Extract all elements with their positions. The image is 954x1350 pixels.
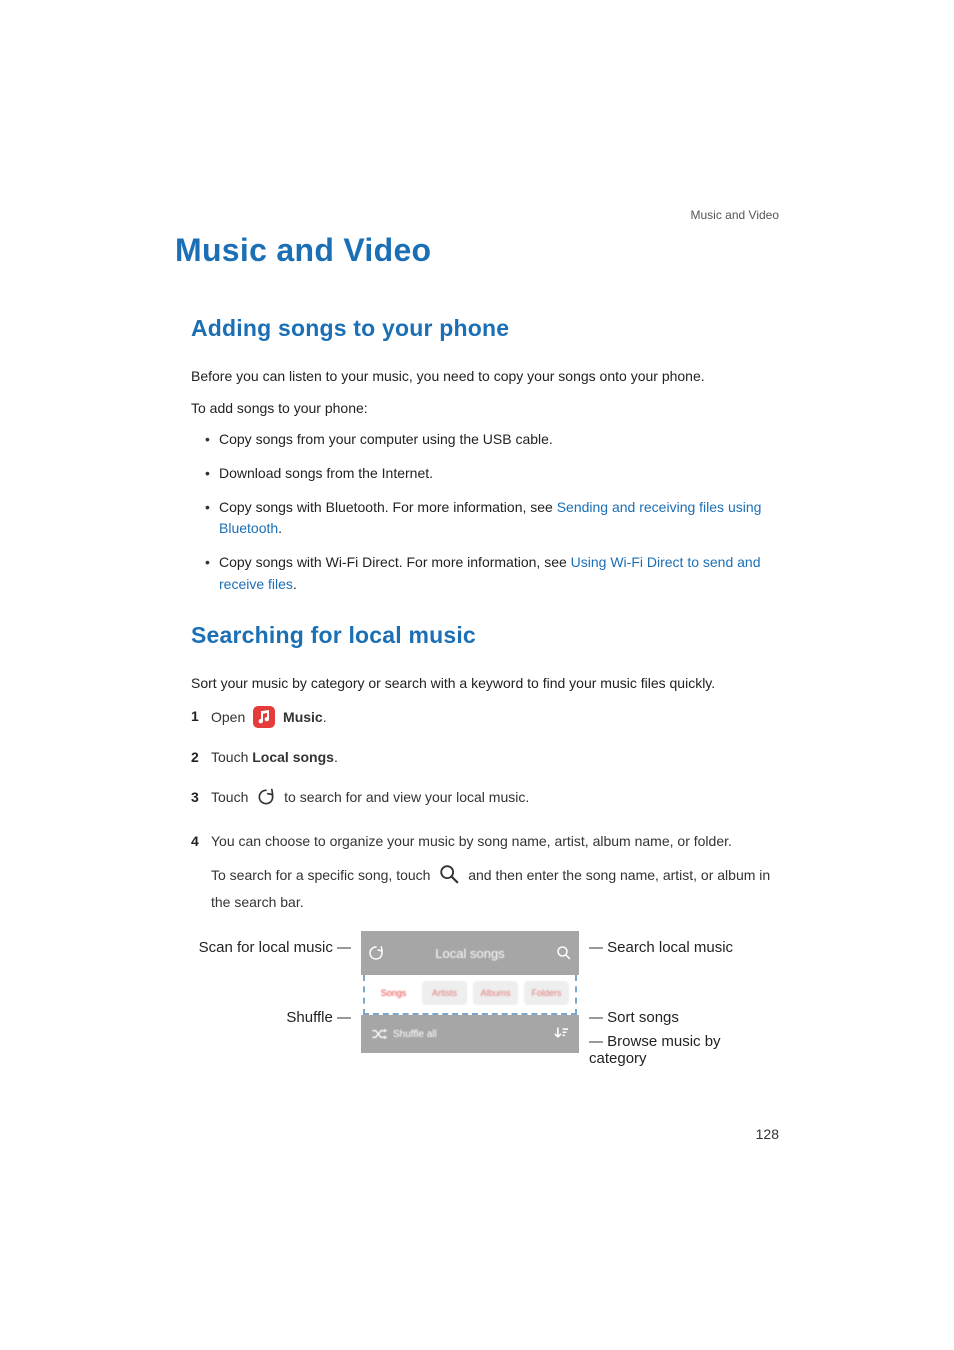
bullet-wifi-pre: Copy songs with Wi-Fi Direct. For more i… — [219, 554, 571, 570]
steps-search: Open Music. Touch Local songs. Touch to … — [191, 706, 773, 913]
music-app-label: Music — [283, 709, 323, 725]
sort-icon[interactable] — [553, 1026, 569, 1043]
bullet-wifi-direct: Copy songs with Wi-Fi Direct. For more i… — [205, 552, 773, 595]
step-touch-local: Touch Local songs. — [191, 747, 773, 769]
tab-folders[interactable]: Folders — [524, 981, 569, 1005]
section-heading-search: Searching for local music — [175, 622, 779, 649]
bullets-adding: Copy songs from your computer using the … — [191, 429, 773, 595]
para-adding-intro: Before you can listen to your music, you… — [191, 366, 773, 388]
bullet-bluetooth: Copy songs with Bluetooth. For more info… — [205, 497, 773, 540]
tab-songs[interactable]: Songs — [371, 981, 416, 1005]
tab-albums[interactable]: Albums — [473, 981, 518, 1005]
step-touch-refresh: Touch to search for and view your local … — [191, 787, 773, 814]
step-open-music: Open Music. — [191, 706, 773, 729]
shuffle-button[interactable]: Shuffle all — [371, 1028, 437, 1040]
shuffle-row: Shuffle all — [361, 1015, 579, 1053]
bullet-bluetooth-post: . — [278, 520, 282, 536]
step-organize-search: You can choose to organize your music by… — [191, 831, 773, 913]
para-search-intro: Sort your music by category or search wi… — [191, 673, 773, 695]
callout-browse: Browse music by category — [589, 1033, 739, 1067]
phone-title: Local songs — [391, 946, 549, 961]
local-songs-label: Local songs — [252, 749, 334, 765]
running-head: Music and Video — [691, 208, 780, 222]
phone-topbar: Local songs — [361, 931, 579, 975]
music-app-icon — [253, 706, 275, 728]
callout-shuffle: Shuffle — [191, 1009, 351, 1027]
bullet-wifi-post: . — [293, 576, 297, 592]
callout-sort: Sort songs — [589, 1009, 779, 1027]
chapter-title: Music and Video — [175, 232, 779, 269]
local-songs-figure: Scan for local music Shuffle Local songs — [191, 931, 779, 1067]
scan-local-icon[interactable] — [361, 944, 391, 962]
search-icon — [438, 863, 460, 892]
phone-mock: Local songs Songs Artists Albums Folders… — [361, 931, 579, 1053]
search-local-icon[interactable] — [549, 944, 579, 962]
bullet-usb: Copy songs from your computer using the … — [205, 429, 773, 451]
callout-scan: Scan for local music — [191, 939, 351, 957]
refresh-icon — [256, 787, 276, 814]
tab-artists[interactable]: Artists — [422, 981, 467, 1005]
para-adding-lead: To add songs to your phone: — [191, 398, 773, 420]
bullet-bluetooth-pre: Copy songs with Bluetooth. For more info… — [219, 499, 557, 515]
bullet-internet: Download songs from the Internet. — [205, 463, 773, 485]
section-heading-adding: Adding songs to your phone — [175, 315, 779, 342]
callout-search: Search local music — [589, 939, 779, 957]
tabs-row: Songs Artists Albums Folders — [363, 975, 577, 1015]
page-number: 128 — [756, 1126, 779, 1142]
